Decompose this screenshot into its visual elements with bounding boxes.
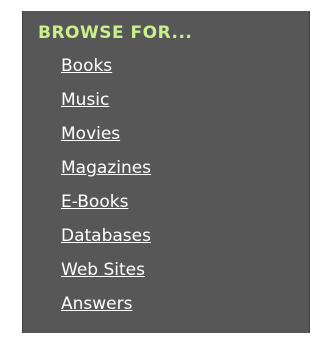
list-item: E-Books xyxy=(61,190,151,224)
browse-heading: BROWSE FOR... xyxy=(38,23,193,43)
list-item: Answers xyxy=(61,292,151,326)
browse-link-books[interactable]: Books xyxy=(61,56,112,76)
list-item: Web Sites xyxy=(61,258,151,292)
list-item: Music xyxy=(61,88,151,122)
browse-link-web-sites[interactable]: Web Sites xyxy=(61,260,145,280)
list-item: Movies xyxy=(61,122,151,156)
browse-link-answers[interactable]: Answers xyxy=(61,294,132,314)
list-item: Magazines xyxy=(61,156,151,190)
browse-link-magazines[interactable]: Magazines xyxy=(61,158,151,178)
list-item: Books xyxy=(61,54,151,88)
browse-panel: BROWSE FOR... Books Music Movies Magazin… xyxy=(22,11,310,333)
browse-link-movies[interactable]: Movies xyxy=(61,124,120,144)
list-item: Databases xyxy=(61,224,151,258)
browse-link-ebooks[interactable]: E-Books xyxy=(61,192,128,212)
browse-link-databases[interactable]: Databases xyxy=(61,226,151,246)
browse-list: Books Music Movies Magazines E-Books Dat… xyxy=(61,54,151,326)
browse-link-music[interactable]: Music xyxy=(61,90,109,110)
